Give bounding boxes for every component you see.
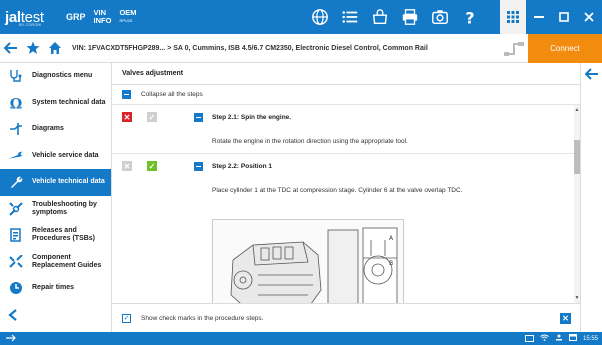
- svg-text:B: B: [389, 260, 393, 267]
- grp-button[interactable]: GRP: [66, 13, 86, 22]
- sidebar-item-vehicle-technical-data[interactable]: Vehicle technical data: [0, 169, 111, 196]
- oem-bottom: RPU25: [119, 18, 133, 23]
- sidebar-item-system-technical-data[interactable]: Ω System technical data: [0, 90, 111, 117]
- sidebar-item-diagrams[interactable]: Diagrams: [0, 116, 111, 143]
- sidebar-collapse-icon[interactable]: [8, 308, 18, 324]
- oem-top: OEM: [119, 8, 137, 17]
- list-icon[interactable]: [335, 0, 365, 34]
- collapse-all-row[interactable]: Collapse all the steps: [112, 85, 580, 105]
- step-header: ✕ ✓ Step 2.2: Position 1: [112, 154, 574, 179]
- sidebar-item-label: Repair times: [32, 284, 75, 292]
- collapse-all-icon[interactable]: [122, 90, 131, 99]
- top-bar: jaltest BY CORGHI GRP VIN INFO OEM RPU25: [0, 0, 602, 34]
- calendar-icon: [568, 334, 577, 343]
- step-ok-mark[interactable]: ✓: [147, 112, 157, 122]
- network-icon: [555, 334, 563, 343]
- sidebar-item-label: Diagnostics menu: [32, 72, 93, 80]
- show-checkmarks-label: Show check marks in the procedure steps.: [141, 314, 264, 322]
- step-description: Place cylinder 1 at the TDC at compressi…: [212, 187, 463, 194]
- globe-icon[interactable]: [305, 0, 335, 34]
- right-panel: [580, 63, 602, 332]
- troubleshoot-icon: [8, 201, 24, 217]
- wrench-icon: [8, 148, 24, 164]
- step-ok-mark[interactable]: ✓: [147, 161, 157, 171]
- sidebar-item-label: Troubleshooting by symptoms: [32, 200, 97, 216]
- svg-text:?: ?: [465, 8, 474, 26]
- vin-value: 1FVACXDT5FHGP289...: [87, 44, 166, 52]
- collapse-all-label: Collapse all the steps: [141, 91, 203, 98]
- sidebar-item-label: Vehicle technical data: [32, 178, 105, 186]
- step-collapse-icon[interactable]: [194, 113, 203, 122]
- step-fail-mark[interactable]: ✕: [122, 112, 132, 122]
- apps-grid-icon[interactable]: [500, 0, 526, 34]
- vin-label: VIN:: [72, 44, 86, 52]
- show-checkmarks-row: ✓ Show check marks in the procedure step…: [112, 303, 580, 332]
- page-title: Valves adjustment: [112, 63, 580, 85]
- panel-back-arrow-icon[interactable]: [584, 67, 599, 83]
- clock-time: 15:55: [582, 335, 598, 342]
- cart-icon[interactable]: [365, 0, 395, 34]
- toolbar-icons: ?: [305, 0, 485, 34]
- breadcrumb: VIN: 1FVACXDT5FHGP289... > SA 0, Cummins…: [72, 45, 428, 52]
- connect-button[interactable]: Connect: [528, 34, 602, 63]
- vin-info-button[interactable]: VIN INFO: [94, 9, 112, 25]
- breadcrumb-separator: >: [167, 44, 172, 52]
- minimize-icon[interactable]: [526, 0, 552, 34]
- brand-sub: BY CORGHI: [19, 22, 42, 27]
- step-collapse-icon[interactable]: [194, 162, 203, 171]
- step-title: Step 2.2: Position 1: [212, 163, 272, 170]
- sidebar-item-label: Component Replacement Guides: [32, 253, 102, 269]
- plug-icon: [504, 42, 526, 56]
- main-panel: Valves adjustment Collapse all the steps…: [112, 63, 580, 332]
- sidebar-item-label: Diagrams: [32, 125, 64, 133]
- omega-icon: Ω: [8, 95, 24, 111]
- sidebar-item-repair-times[interactable]: Repair times: [0, 275, 111, 302]
- usb-icon: [6, 334, 16, 344]
- battery-icon: [524, 335, 534, 342]
- wifi-icon: [540, 334, 549, 343]
- maximize-icon[interactable]: [551, 0, 577, 34]
- help-icon[interactable]: ?: [455, 0, 485, 34]
- printer-icon[interactable]: [395, 0, 425, 34]
- svg-text:Ω: Ω: [10, 96, 22, 110]
- sidebar-item-vehicle-service-data[interactable]: Vehicle service data: [0, 143, 111, 170]
- step-header: ✕ ✓ Step 2.1: Spin the engine.: [112, 105, 574, 130]
- sidebar-item-component-replacement[interactable]: Component Replacement Guides: [0, 249, 111, 276]
- component-icon: [8, 254, 24, 270]
- sidebar-item-label: System technical data: [32, 98, 106, 106]
- sidebar-item-troubleshooting[interactable]: Troubleshooting by symptoms: [0, 196, 111, 223]
- back-arrow-icon[interactable]: [0, 34, 22, 63]
- releases-icon: [8, 227, 24, 243]
- close-procedure-button[interactable]: ✕: [560, 313, 571, 324]
- sidebar-item-releases[interactable]: Releases and Procedures (TSBs): [0, 222, 111, 249]
- step-fail-mark[interactable]: ✕: [122, 161, 132, 171]
- show-checkmarks-checkbox[interactable]: ✓: [122, 313, 131, 323]
- vehicle-description: SA 0, Cummins, ISB 4.5/6.7 CM2350, Elect…: [173, 44, 428, 52]
- close-icon[interactable]: [576, 0, 602, 34]
- sidebar-item-label: Vehicle service data: [32, 151, 99, 159]
- diagnostics-icon: [8, 68, 24, 84]
- status-bar: 15:55: [0, 332, 602, 345]
- oem-button[interactable]: OEM RPU25: [119, 9, 136, 25]
- steps-scroll-area[interactable]: ✕ ✓ Step 2.1: Spin the engine. Rotate th…: [112, 105, 574, 303]
- step-description: Rotate the engine in the rotation direct…: [112, 130, 574, 154]
- brand-logo: jaltest BY CORGHI: [0, 9, 58, 28]
- engine-diagram-image: A B: [212, 219, 404, 303]
- sidebar: Diagnostics menu Ω System technical data…: [0, 63, 112, 332]
- sidebar-item-label: Releases and Procedures (TSBs): [32, 227, 96, 243]
- status-tray: 15:55: [524, 334, 598, 343]
- favorites-star-icon[interactable]: [22, 34, 44, 63]
- vin-info-bottom: INFO: [93, 16, 112, 25]
- camera-icon[interactable]: [425, 0, 455, 34]
- app-window: jaltest BY CORGHI GRP VIN INFO OEM RPU25: [0, 0, 602, 345]
- home-icon[interactable]: [44, 34, 66, 63]
- sidebar-item-diagnostics-menu[interactable]: Diagnostics menu: [0, 63, 111, 90]
- step-title: Step 2.1: Spin the engine.: [212, 114, 292, 121]
- wrench-blue-icon: [8, 174, 24, 190]
- clock-icon: [8, 280, 24, 296]
- diagrams-icon: [8, 121, 24, 137]
